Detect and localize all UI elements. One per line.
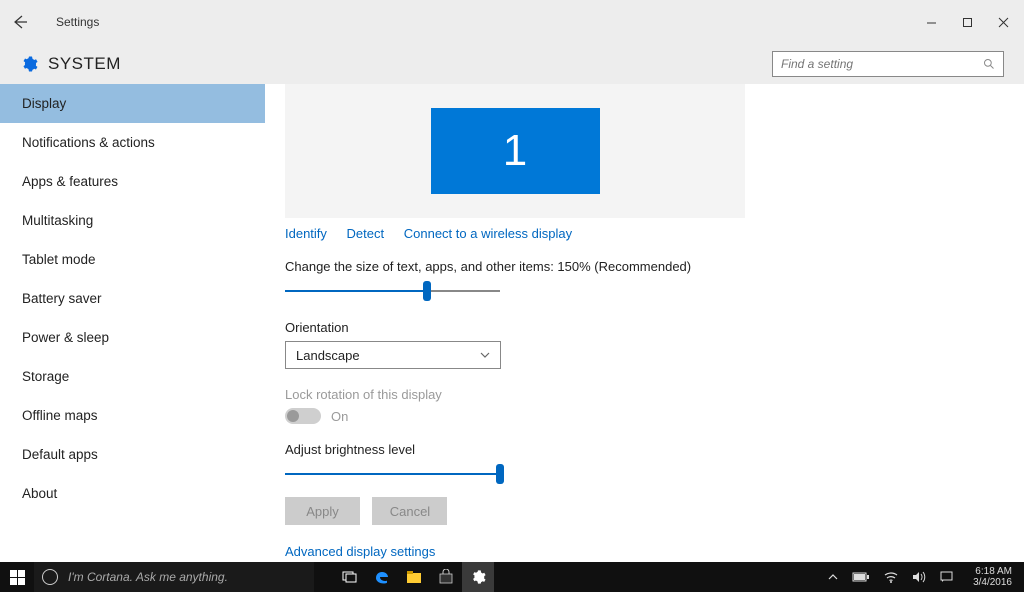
sidebar-item-default-apps[interactable]: Default apps <box>0 435 265 474</box>
sidebar-item-label: Apps & features <box>22 174 118 189</box>
file-explorer-icon[interactable] <box>398 562 430 592</box>
system-tray: 6:18 AM 3/4/2016 <box>828 566 1024 588</box>
monitor-number: 1 <box>503 126 527 176</box>
sidebar-item-label: Offline maps <box>22 408 98 423</box>
settings-taskbar-icon[interactable] <box>462 562 494 592</box>
lock-rotation-label: Lock rotation of this display <box>285 387 1014 402</box>
header: SYSTEM <box>0 44 1024 84</box>
chevron-down-icon <box>480 352 490 358</box>
advanced-display-settings-link[interactable]: Advanced display settings <box>285 544 435 559</box>
identify-link[interactable]: Identify <box>285 226 327 241</box>
cancel-button: Cancel <box>372 497 447 525</box>
minimize-button[interactable] <box>926 17 940 28</box>
task-view-button[interactable] <box>334 562 366 592</box>
windows-logo-icon <box>10 570 25 585</box>
brightness-label: Adjust brightness level <box>285 442 1014 457</box>
sidebar-item-label: About <box>22 486 57 501</box>
display-actions-row: Identify Detect Connect to a wireless di… <box>285 226 1014 241</box>
battery-icon[interactable] <box>852 572 870 582</box>
lock-rotation-state: On <box>331 409 348 424</box>
taskbar: I'm Cortana. Ask me anything. <box>0 562 1024 592</box>
clock-date: 3/4/2016 <box>973 577 1012 588</box>
lock-rotation-toggle <box>285 408 321 424</box>
sidebar-item-storage[interactable]: Storage <box>0 357 265 396</box>
brightness-slider[interactable] <box>285 463 500 485</box>
taskbar-apps <box>334 562 494 592</box>
sidebar-item-label: Multitasking <box>22 213 93 228</box>
sidebar-item-label: Storage <box>22 369 69 384</box>
titlebar: Settings <box>0 0 1024 44</box>
sidebar-item-multitasking[interactable]: Multitasking <box>0 201 265 240</box>
cortana-circle-icon <box>42 569 58 585</box>
wifi-icon[interactable] <box>884 571 898 583</box>
sidebar-item-tablet-mode[interactable]: Tablet mode <box>0 240 265 279</box>
sidebar-item-display[interactable]: Display <box>0 84 265 123</box>
sidebar: Display Notifications & actions Apps & f… <box>0 84 265 562</box>
detect-link[interactable]: Detect <box>347 226 385 241</box>
store-icon[interactable] <box>430 562 462 592</box>
sidebar-item-offline-maps[interactable]: Offline maps <box>0 396 265 435</box>
sidebar-item-label: Notifications & actions <box>22 135 155 150</box>
cortana-placeholder: I'm Cortana. Ask me anything. <box>68 570 228 584</box>
content: 1 Identify Detect Connect to a wireless … <box>265 84 1024 562</box>
orientation-dropdown[interactable]: Landscape <box>285 341 501 369</box>
sidebar-item-label: Default apps <box>22 447 98 462</box>
volume-icon[interactable] <box>912 571 926 583</box>
sidebar-item-power-sleep[interactable]: Power & sleep <box>0 318 265 357</box>
sidebar-item-battery-saver[interactable]: Battery saver <box>0 279 265 318</box>
scale-slider[interactable] <box>285 280 500 302</box>
maximize-button[interactable] <box>962 17 976 28</box>
apply-button: Apply <box>285 497 360 525</box>
search-icon <box>983 58 995 70</box>
app-title: Settings <box>56 15 99 29</box>
sidebar-item-label: Tablet mode <box>22 252 96 267</box>
connect-wireless-display-link[interactable]: Connect to a wireless display <box>404 226 572 241</box>
sidebar-item-label: Display <box>22 96 66 111</box>
orientation-value: Landscape <box>296 348 360 363</box>
scale-label: Change the size of text, apps, and other… <box>285 259 1014 274</box>
cortana-search[interactable]: I'm Cortana. Ask me anything. <box>34 562 314 592</box>
sidebar-item-apps-features[interactable]: Apps & features <box>0 162 265 201</box>
sidebar-item-about[interactable]: About <box>0 474 265 513</box>
orientation-label: Orientation <box>285 320 1014 335</box>
start-button[interactable] <box>0 562 34 592</box>
sidebar-item-label: Power & sleep <box>22 330 109 345</box>
monitor-preview-area[interactable]: 1 <box>285 84 745 218</box>
search-box[interactable] <box>772 51 1004 77</box>
edge-icon[interactable] <box>366 562 398 592</box>
clock-time: 6:18 AM <box>973 566 1012 577</box>
close-button[interactable] <box>998 17 1012 28</box>
search-input[interactable] <box>781 57 983 71</box>
gear-icon <box>20 55 38 73</box>
window-controls <box>926 17 1012 28</box>
monitor-tile-1[interactable]: 1 <box>431 108 600 194</box>
sidebar-item-notifications[interactable]: Notifications & actions <box>0 123 265 162</box>
tray-chevron-up-icon[interactable] <box>828 574 838 580</box>
back-button[interactable] <box>12 14 42 30</box>
sidebar-item-label: Battery saver <box>22 291 102 306</box>
taskbar-clock[interactable]: 6:18 AM 3/4/2016 <box>967 566 1018 588</box>
action-center-icon[interactable] <box>940 571 953 583</box>
page-title: SYSTEM <box>48 54 121 74</box>
